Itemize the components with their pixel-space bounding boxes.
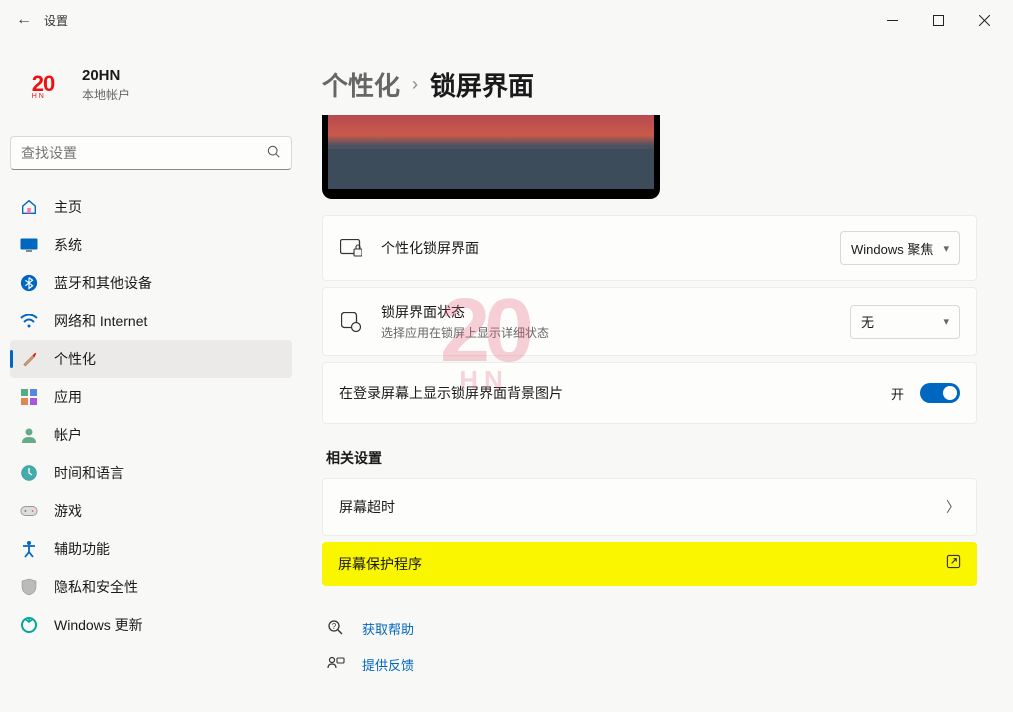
app-status-icon [339,310,363,334]
update-icon [20,616,38,634]
nav-home[interactable]: 主页 [10,188,292,226]
shield-icon [20,578,38,596]
breadcrumb-parent[interactable]: 个性化 [322,66,400,103]
personalize-lockscreen-row: 个性化锁屏界面 Windows 聚焦 ▾ [323,216,976,280]
wifi-icon [20,312,38,330]
nav-label: 应用 [54,387,82,407]
nav-label: 辅助功能 [54,539,110,559]
user-avatar-logo: 20 HN [18,60,68,110]
row-title: 在登录屏幕上显示锁屏界面背景图片 [339,383,891,403]
link-label: 提供反馈 [362,655,414,674]
bluetooth-icon [20,274,38,292]
person-icon [20,426,38,444]
titlebar: ← 设置 [0,0,1013,40]
nav-label: 帐户 [54,425,82,445]
nav-label: 网络和 Internet [54,311,147,331]
user-block[interactable]: 20 HN 20HN 本地帐户 [10,40,292,128]
nav-accounts[interactable]: 帐户 [10,416,292,454]
feedback-icon [326,655,346,673]
help-icon: ? [326,619,346,637]
nav-label: 主页 [54,197,82,217]
window-title: 设置 [44,12,68,29]
nav-bluetooth[interactable]: 蓝牙和其他设备 [10,264,292,302]
nav-network[interactable]: 网络和 Internet [10,302,292,340]
row-subtitle: 选择应用在锁屏上显示详细状态 [381,324,850,341]
nav-gaming[interactable]: 游戏 [10,492,292,530]
lockscreen-preview[interactable] [322,115,660,199]
signin-background-toggle[interactable] [920,383,960,403]
user-account-type: 本地帐户 [82,86,130,103]
screen-timeout-row[interactable]: 屏幕超时 〉 [323,479,976,535]
nav-label: 游戏 [54,501,82,521]
row-title: 屏幕保护程序 [338,554,946,574]
toggle-state-label: 开 [891,384,904,403]
get-help-link[interactable]: ? 获取帮助 [322,610,977,646]
select-value: Windows 聚焦 [851,239,933,258]
signin-background-row: 在登录屏幕上显示锁屏界面背景图片 开 [323,363,976,423]
search-icon [267,145,281,162]
screensaver-row[interactable]: 屏幕保护程序 [322,542,977,586]
user-name: 20HN [82,67,130,84]
chevron-down-icon: ▾ [943,315,949,328]
picture-lock-icon [339,236,363,260]
search-box[interactable] [10,136,292,170]
select-value: 无 [861,312,874,331]
home-icon [20,198,38,216]
row-title: 个性化锁屏界面 [381,238,840,258]
lockscreen-status-row: 锁屏界面状态 选择应用在锁屏上显示详细状态 无 ▾ [323,288,976,355]
sidebar: 20 HN 20HN 本地帐户 主页 系统 蓝牙和其他设备 网络和 Intern… [0,40,302,712]
chevron-right-icon: 〉 [946,497,960,517]
svg-text:?: ? [332,622,337,631]
nav-list: 主页 系统 蓝牙和其他设备 网络和 Internet 个性化 应用 帐户 时间和… [10,188,292,644]
back-button[interactable]: ← [6,11,42,29]
nav-privacy[interactable]: 隐私和安全性 [10,568,292,606]
open-external-icon [946,554,961,574]
display-icon [20,236,38,254]
nav-time[interactable]: 时间和语言 [10,454,292,492]
lockscreen-source-select[interactable]: Windows 聚焦 ▾ [840,231,960,265]
nav-apps[interactable]: 应用 [10,378,292,416]
status-app-select[interactable]: 无 ▾ [850,305,960,339]
help-links: ? 获取帮助 提供反馈 [322,610,977,682]
nav-personalization[interactable]: 个性化 [10,340,292,378]
accessibility-icon [20,540,38,558]
maximize-button[interactable] [915,4,961,36]
breadcrumb: 个性化 › 锁屏界面 [322,40,977,115]
nav-update[interactable]: Windows 更新 [10,606,292,644]
nav-label: 蓝牙和其他设备 [54,273,152,293]
clock-globe-icon [20,464,38,482]
row-title: 锁屏界面状态 [381,302,850,322]
feedback-link[interactable]: 提供反馈 [322,646,977,682]
nav-label: 隐私和安全性 [54,577,138,597]
nav-label: Windows 更新 [54,615,143,635]
apps-icon [20,388,38,406]
related-settings-heading: 相关设置 [326,448,977,468]
minimize-button[interactable] [869,4,915,36]
nav-label: 个性化 [54,349,96,369]
nav-accessibility[interactable]: 辅助功能 [10,530,292,568]
close-button[interactable] [961,4,1007,36]
gamepad-icon [20,502,38,520]
content: 个性化 › 锁屏界面 个性化锁屏界面 Windows 聚焦 ▾ [302,40,1013,712]
chevron-right-icon: › [412,74,418,95]
nav-system[interactable]: 系统 [10,226,292,264]
chevron-down-icon: ▾ [943,242,949,255]
link-label: 获取帮助 [362,619,414,638]
row-title: 屏幕超时 [339,497,946,517]
breadcrumb-current: 锁屏界面 [430,66,534,103]
search-input[interactable] [21,145,267,161]
nav-label: 时间和语言 [54,463,124,483]
nav-label: 系统 [54,235,82,255]
brush-icon [20,350,38,368]
